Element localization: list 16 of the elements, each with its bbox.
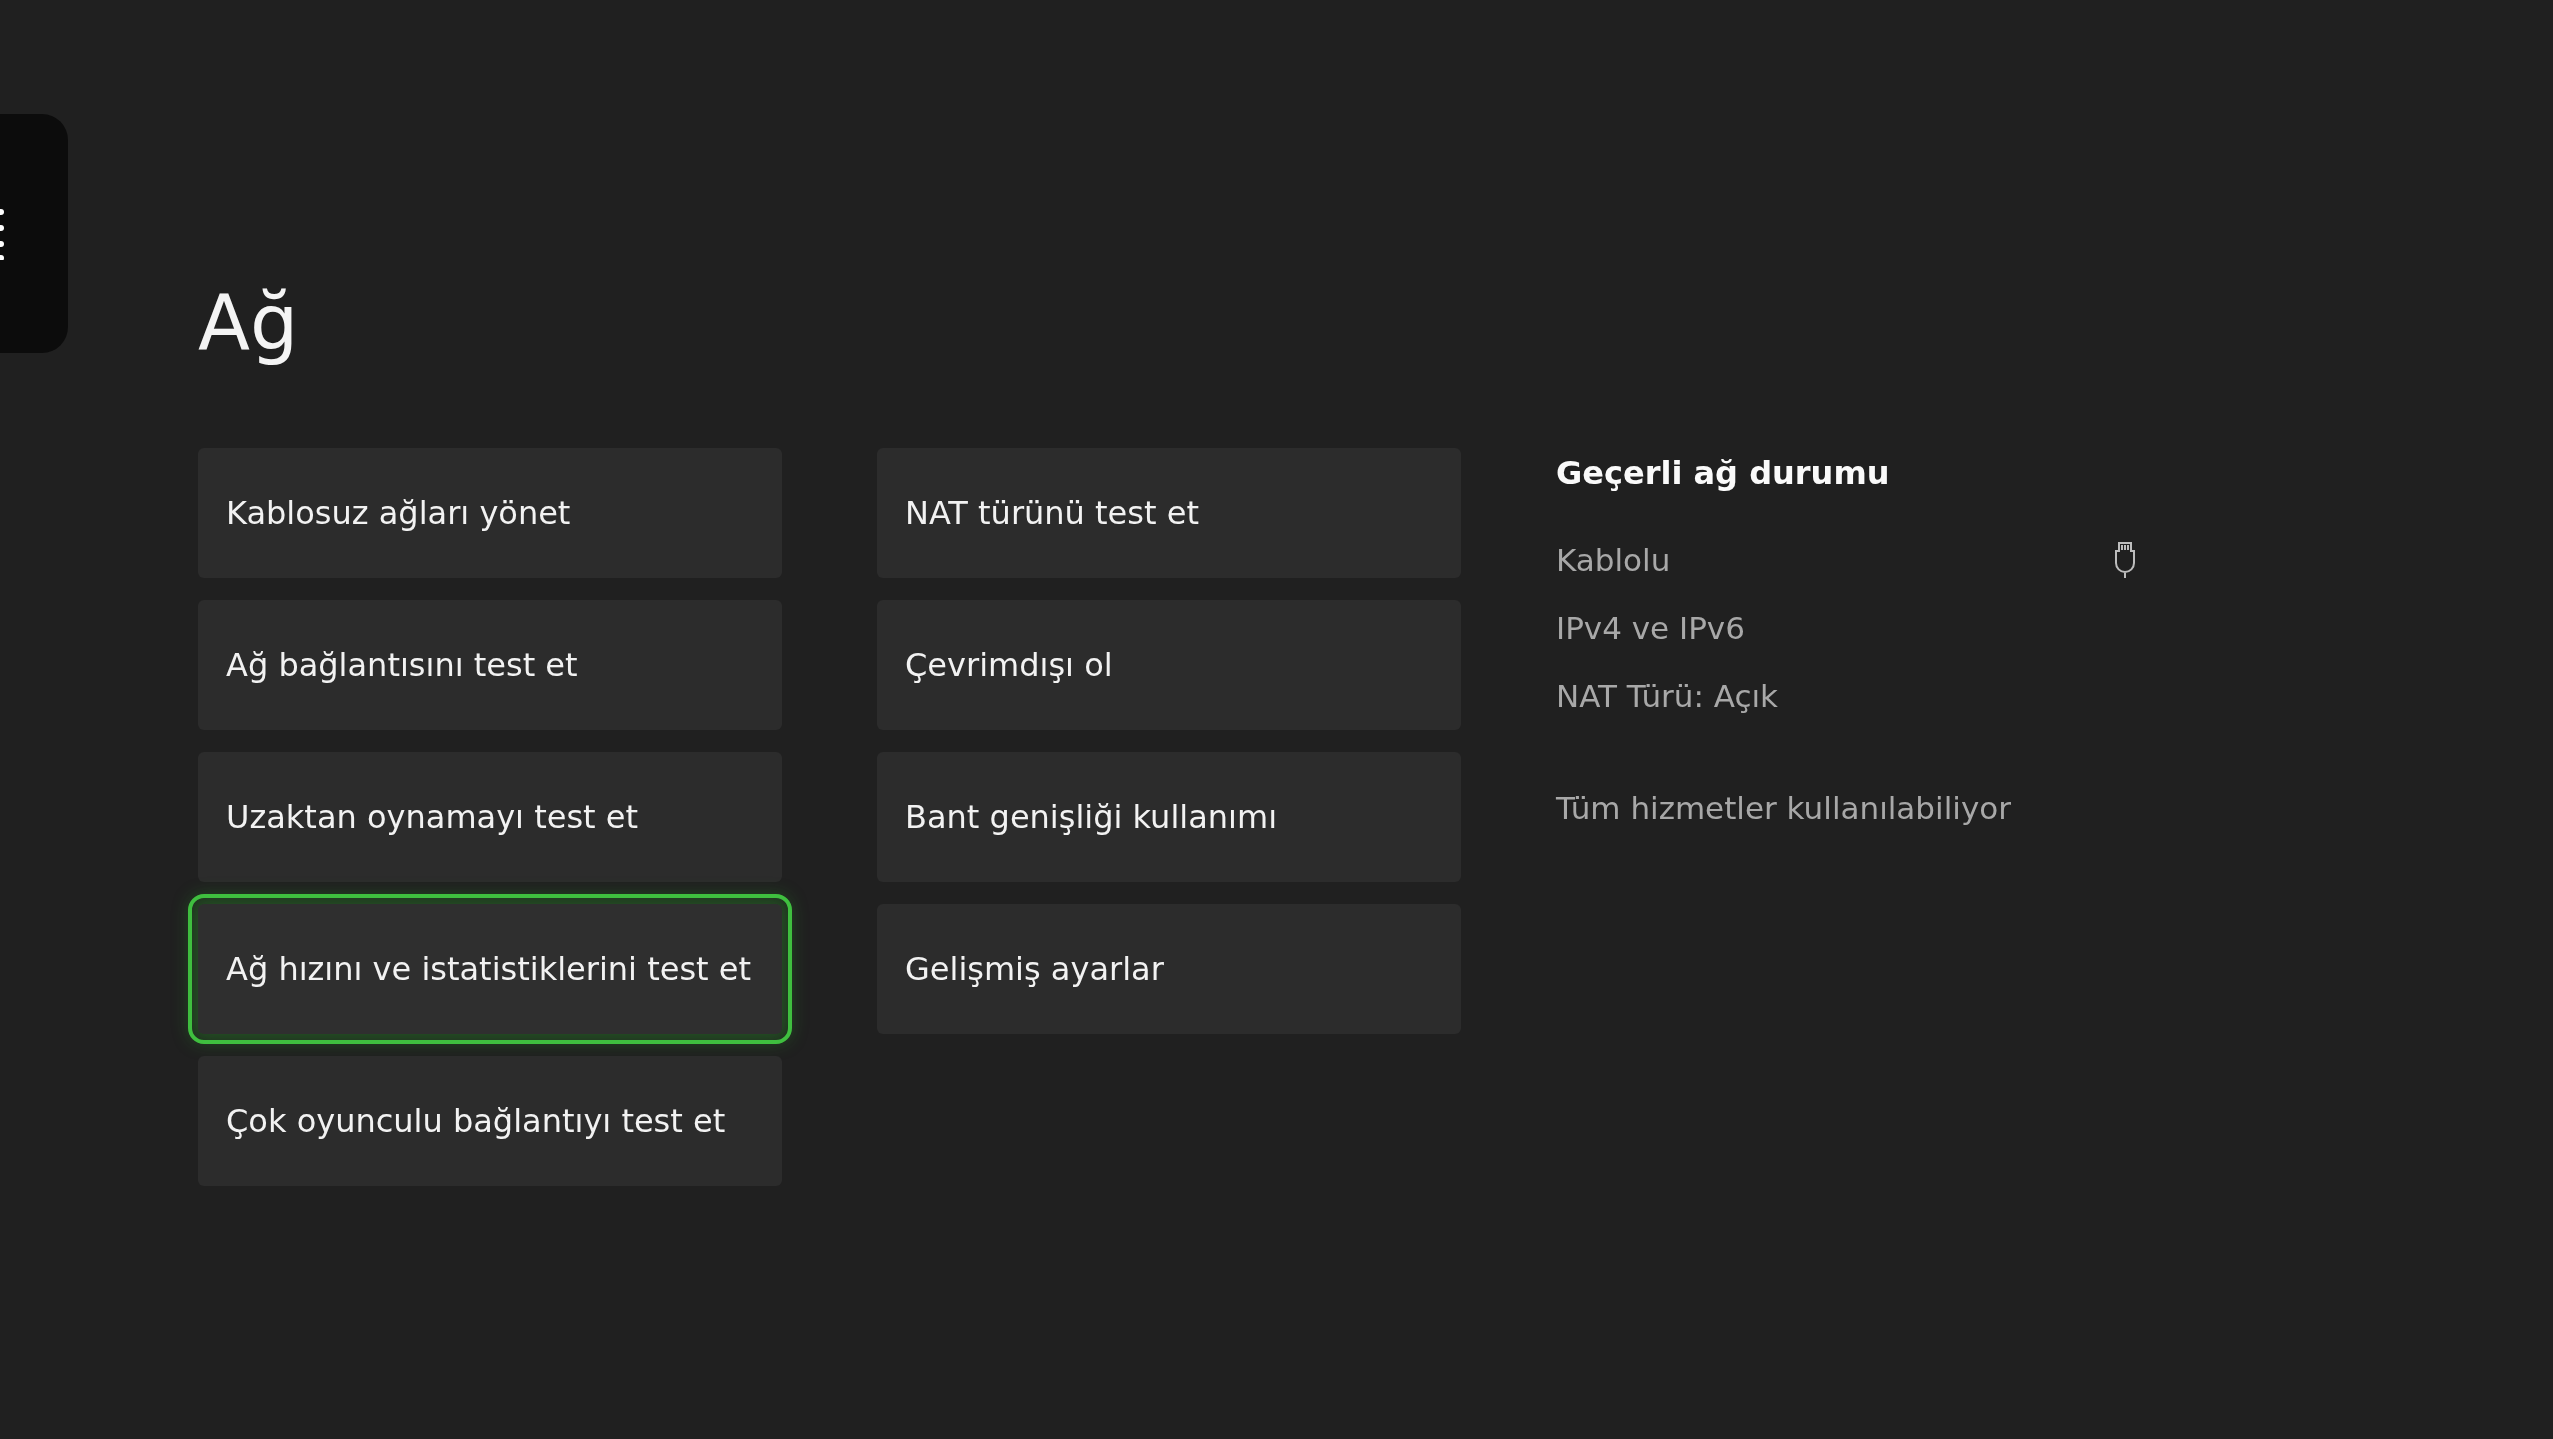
nat-type: NAT Türü: Açık [1556, 677, 1780, 716]
status-heading: Geçerli ağ durumu [1556, 454, 1891, 492]
menu-tile[interactable]: Çevrimdışı ol [877, 600, 1461, 730]
menu-tile[interactable]: NAT türünü test et [877, 448, 1461, 578]
menu-tile[interactable]: Çok oyunculu bağlantıyı test et [198, 1056, 782, 1186]
ethernet-plug-icon [2114, 541, 2136, 579]
menu-tile[interactable]: Ağ bağlantısını test et [198, 600, 782, 730]
menu-tile[interactable]: Kablosuz ağları yönet [198, 448, 782, 578]
side-panel[interactable] [0, 114, 68, 353]
connection-type: Kablolu [1556, 541, 1671, 580]
protocol-info: IPv4 ve IPv6 [1556, 609, 1746, 648]
page-title: Ağ [198, 277, 300, 369]
menu-tile[interactable]: Bant genişliği kullanımı [877, 752, 1461, 882]
menu-tile[interactable]: Uzaktan oynamayı test et [198, 752, 782, 882]
menu-tile[interactable]: Gelişmiş ayarlar [877, 904, 1461, 1034]
services-status: Tüm hizmetler kullanılabiliyor [1556, 789, 2012, 828]
